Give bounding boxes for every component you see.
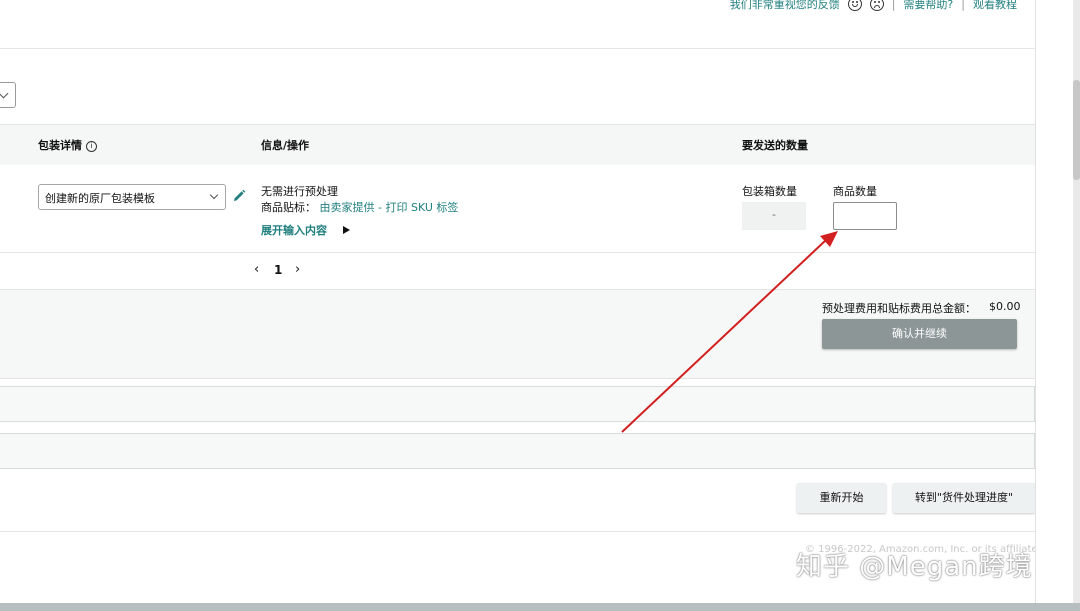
scrollbar[interactable] — [1073, 0, 1080, 611]
bottom-border — [0, 603, 1080, 611]
annotation-arrow-icon — [621, 231, 838, 433]
